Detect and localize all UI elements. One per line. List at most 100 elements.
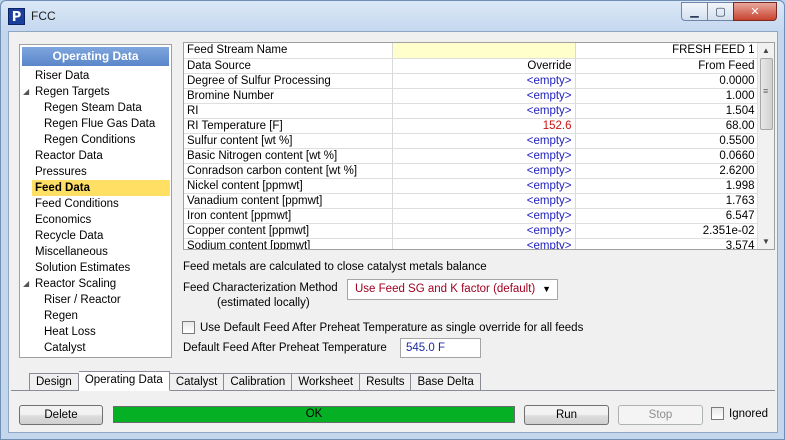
grid-row[interactable]: Vanadium content [ppmwt] <empty> 1.763 — [184, 193, 759, 209]
grid-vertical-scrollbar[interactable]: ▲ ▼ — [757, 43, 774, 249]
run-button[interactable]: Run — [524, 405, 609, 425]
tree-item[interactable]: Regen Flue Gas Data — [20, 116, 171, 132]
default-temp-input[interactable]: 545.0 F — [400, 338, 481, 358]
tree-item[interactable]: Reactor Data — [20, 148, 171, 164]
grid-row[interactable]: Copper content [ppmwt] <empty> 2.351e-02 — [184, 223, 759, 239]
minimize-button[interactable]: ▁ — [681, 2, 708, 21]
delete-button[interactable]: Delete — [19, 405, 103, 425]
tab-design[interactable]: Design — [29, 373, 79, 391]
tree-item-label: Reactor Data — [35, 150, 103, 162]
tab-catalyst[interactable]: Catalyst — [169, 373, 225, 391]
scroll-thumb[interactable] — [760, 58, 773, 130]
tab-base-delta[interactable]: Base Delta — [411, 373, 481, 391]
scroll-up-icon[interactable]: ▲ — [758, 43, 774, 58]
grid-cell-override[interactable]: 152.6 — [392, 118, 576, 134]
use-default-temp-label: Use Default Feed After Preheat Temperatu… — [200, 321, 584, 334]
maximize-button[interactable]: ▢ — [707, 2, 734, 21]
tree-item[interactable]: Feed Data — [20, 180, 171, 196]
navigation-tree: Operating Data Riser Data ◢ Regen Targets R… — [19, 44, 172, 358]
grid-row[interactable]: Iron content [ppmwt] <empty> 6.547 — [184, 208, 759, 224]
grid-cell-override[interactable]: <empty> — [392, 163, 576, 179]
grid-cell-override[interactable]: <empty> — [392, 223, 576, 239]
tab-operating-data[interactable]: Operating Data — [78, 371, 170, 391]
tab-calibration[interactable]: Calibration — [224, 373, 293, 391]
tree-header[interactable]: Operating Data — [22, 47, 169, 66]
grid-cell-name: Iron content [ppmwt] — [184, 208, 393, 224]
tree-item[interactable]: Regen Steam Data — [20, 100, 171, 116]
tab-worksheet[interactable]: Worksheet — [292, 373, 361, 391]
expand-arrow-icon[interactable]: ◢ — [23, 276, 29, 292]
grid-cell-override[interactable]: <empty> — [392, 88, 576, 104]
grid-row[interactable]: Basic Nitrogen content [wt %] <empty> 0.06… — [184, 148, 759, 164]
close-button[interactable]: ✕ — [733, 2, 777, 21]
tree-item[interactable]: Regen Conditions — [20, 132, 171, 148]
grid-cell-name: Conradson carbon content [wt %] — [184, 163, 393, 179]
title-bar[interactable]: P FCC ▁ ▢ ✕ — [1, 1, 784, 31]
use-default-temp-row[interactable]: Use Default Feed After Preheat Temperatu… — [182, 321, 583, 334]
grid-cell-value: FRESH FEED 1 — [575, 43, 759, 59]
feed-characterization-select[interactable]: Use Feed SG and K factor (default) ▼ — [347, 279, 558, 300]
tree-item[interactable]: Catalyst — [20, 340, 171, 356]
tab-strip: Design Operating Data Catalyst Calibration W… — [29, 371, 481, 391]
tree-item-label: Riser Data — [35, 70, 90, 82]
grid-cell-name: Basic Nitrogen content [wt %] — [184, 148, 393, 164]
tree-item[interactable]: Pressures — [20, 164, 171, 180]
grid-row[interactable]: Conradson carbon content [wt %] <empty> 2.… — [184, 163, 759, 179]
tree-item[interactable]: Riser / Reactor — [20, 292, 171, 308]
grid-row[interactable]: Sulfur content [wt %] <empty> 0.5500 — [184, 133, 759, 149]
grid-cell-value: 2.351e-02 — [575, 223, 759, 239]
ignored-row[interactable]: Ignored — [711, 407, 768, 420]
ignored-label: Ignored — [729, 407, 769, 420]
tree-items: Riser Data ◢ Regen Targets Regen Steam Data… — [20, 68, 171, 356]
grid-cell-override[interactable]: <empty> — [392, 133, 576, 149]
grid-cell-override[interactable]: <empty> — [392, 208, 576, 224]
tree-item[interactable]: ◢ Regen Targets — [20, 84, 171, 100]
grid-row[interactable]: Feed Stream Name FRESH FEED 1 — [184, 43, 759, 59]
close-icon: ✕ — [750, 6, 760, 18]
grid-cell-override[interactable]: <empty> — [392, 193, 576, 209]
grid-row[interactable]: RI <empty> 1.504 — [184, 103, 759, 119]
grid-cell-name: RI Temperature [F] — [184, 118, 393, 134]
tree-item[interactable]: Feed Conditions — [20, 196, 171, 212]
tree-item[interactable]: Solution Estimates — [20, 260, 171, 276]
tab-results[interactable]: Results — [360, 373, 412, 391]
grid-row[interactable]: Nickel content [ppmwt] <empty> 1.998 — [184, 178, 759, 194]
minimize-icon: ▁ — [690, 6, 699, 18]
grid-row[interactable]: RI Temperature [F] 152.6 68.00 — [184, 118, 759, 134]
tree-item-label: Feed Conditions — [35, 198, 119, 210]
grid-row[interactable]: Sodium content [ppmwt] <empty> 3.574 — [184, 238, 759, 249]
grid-cell-override[interactable]: <empty> — [392, 178, 576, 194]
grid-cell-override[interactable]: <empty> — [392, 148, 576, 164]
tree-item-label: Economics — [35, 214, 92, 226]
grid-cell-override[interactable]: <empty> — [392, 238, 576, 249]
tree-item[interactable]: ◢ Reactor Scaling — [20, 276, 171, 292]
tree-item-label: Regen Targets — [35, 86, 110, 98]
grid-cell-name: RI — [184, 103, 393, 119]
scroll-down-icon[interactable]: ▼ — [758, 234, 774, 249]
grid-row[interactable]: Bromine Number <empty> 1.000 — [184, 88, 759, 104]
use-default-temp-checkbox[interactable] — [182, 321, 195, 334]
grid-cell-override[interactable]: <empty> — [392, 73, 576, 89]
tree-item[interactable]: Recycle Data — [20, 228, 171, 244]
tree-item[interactable]: Miscellaneous — [20, 244, 171, 260]
expand-arrow-icon[interactable]: ◢ — [23, 84, 29, 100]
grid-cell-override[interactable]: Override — [392, 58, 576, 74]
feed-characterization-value: Use Feed SG and K factor (default) — [355, 283, 536, 295]
tree-item[interactable]: Heat Loss — [20, 324, 171, 340]
grid-cell-override[interactable]: <empty> — [392, 103, 576, 119]
grid-row[interactable]: Data Source Override From Feed — [184, 58, 759, 74]
grid-row[interactable]: Degree of Sulfur Processing <empty> 0.0000 — [184, 73, 759, 89]
grid-cell-value: 0.0000 — [575, 73, 759, 89]
tree-item[interactable]: Economics — [20, 212, 171, 228]
stop-button[interactable]: Stop — [618, 405, 703, 425]
ignored-checkbox[interactable] — [711, 407, 724, 420]
feed-characterization-sublabel: (estimated locally) — [217, 297, 310, 309]
tree-item-label: Recycle Data — [35, 230, 104, 242]
feed-characterization-label: Feed Characterization Method — [183, 282, 338, 294]
tree-item-label: Regen Flue Gas Data — [44, 118, 156, 130]
tree-item[interactable]: Regen — [20, 308, 171, 324]
grid-cell-override[interactable] — [392, 43, 576, 59]
tree-item-label: Miscellaneous — [35, 246, 108, 258]
grid-cell-name: Degree of Sulfur Processing — [184, 73, 393, 89]
tree-item[interactable]: Riser Data — [20, 68, 171, 84]
